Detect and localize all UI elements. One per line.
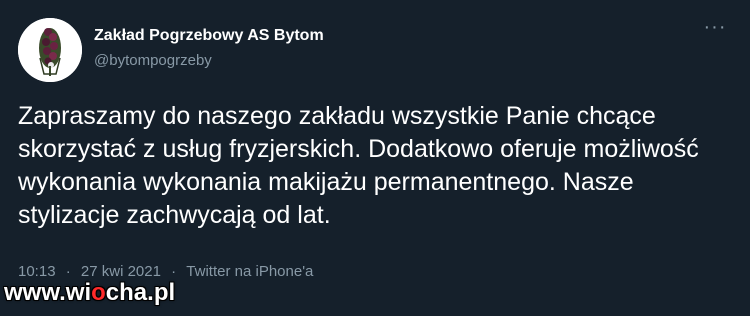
more-options-button[interactable]: ··· (700, 17, 730, 44)
author-name[interactable]: Zakład Pogrzebowy AS Bytom (94, 27, 324, 45)
more-horizontal-icon: ··· (703, 16, 727, 38)
author-handle[interactable]: @bytompogrzeby (94, 52, 212, 69)
tweet-source[interactable]: Twitter na iPhone'a (186, 263, 313, 280)
site-watermark: www.wiocha.pl (4, 279, 175, 307)
watermark-suffix: cha.pl (105, 279, 176, 306)
tweet-time[interactable]: 10:13 (18, 263, 56, 280)
tweet-metadata: 10:13 · 27 kwi 2021 · Twitter na iPhone'… (18, 263, 313, 280)
tweet-date[interactable]: 27 kwi 2021 (81, 263, 161, 280)
tweet-text: Zapraszamy do naszego zakładu wszystkie … (18, 102, 699, 229)
meta-separator: · (171, 263, 177, 280)
meta-separator: · (65, 263, 71, 280)
watermark-accent: o (91, 279, 106, 306)
watermark-prefix: www.wi (4, 279, 92, 306)
tweet-card: Zakład Pogrzebowy AS Bytom @bytompogrzeb… (0, 0, 750, 316)
avatar[interactable] (18, 18, 82, 82)
funeral-wreath-icon (18, 18, 82, 82)
